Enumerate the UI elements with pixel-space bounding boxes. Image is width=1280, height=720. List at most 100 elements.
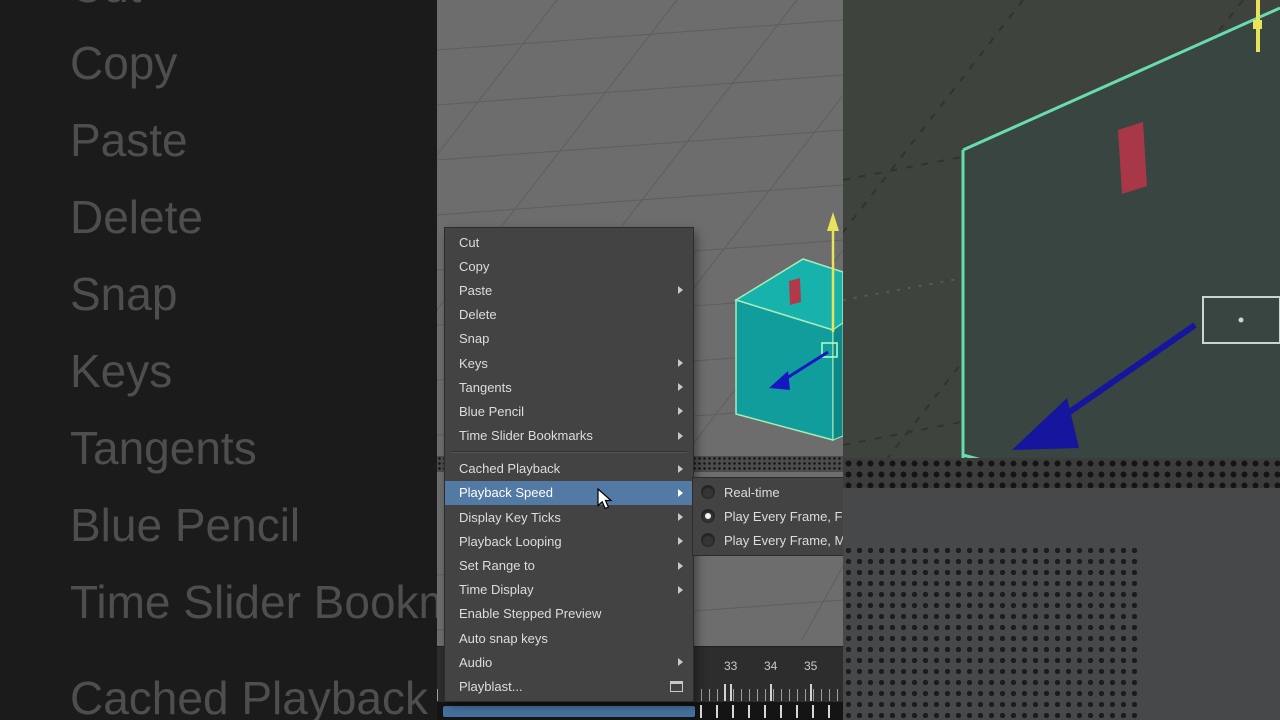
menu-item[interactable]: Copy <box>445 254 693 278</box>
menu-item[interactable]: Cached Playback <box>445 457 693 481</box>
magnified-viewport-backdrop <box>843 0 1280 720</box>
magnified-menu-item: Blue Pencil <box>0 487 437 564</box>
submenu-arrow-icon <box>678 431 683 440</box>
submenu-item[interactable]: Play Every Frame, Fr <box>693 504 843 528</box>
menu-item-label: Tangents <box>459 379 512 395</box>
menu-item[interactable] <box>445 448 693 457</box>
menu-item[interactable]: Set Range to <box>445 553 693 577</box>
menu-item-label: Set Range to <box>459 558 535 574</box>
magnified-menu-item: Paste <box>0 102 437 179</box>
maya-viewport-column: 33 34 35 Cut Copy Paste Delete Snap Keys… <box>437 0 843 720</box>
radio-button-icon[interactable] <box>701 485 715 500</box>
menu-item-label: Playback Looping <box>459 533 562 549</box>
magnified-menu-item-label: Keys <box>70 345 173 397</box>
menu-item[interactable]: Tangents <box>445 375 693 399</box>
frame-number: 35 <box>804 659 818 673</box>
magnified-menu-item-label: Copy <box>70 37 178 89</box>
magnified-cached-playback-strip <box>843 458 1280 488</box>
option-window-icon[interactable] <box>670 680 683 692</box>
magnified-menu-item-label: Time Slider Bookm <box>70 576 437 628</box>
menu-item[interactable]: Keys <box>445 351 693 375</box>
menu-item[interactable]: Delete <box>445 303 693 327</box>
menu-item-label: Copy <box>459 258 490 274</box>
submenu-arrow-icon <box>678 464 683 473</box>
menu-item[interactable]: Enable Stepped Preview <box>445 602 693 626</box>
menu-item-label: Playback Speed <box>459 485 553 501</box>
menu-item-label: Paste <box>459 282 493 298</box>
frame-number: 34 <box>764 659 778 673</box>
range-slider[interactable] <box>437 702 843 720</box>
submenu-item[interactable]: Real-time <box>693 480 843 504</box>
radio-dot <box>705 513 711 520</box>
submenu-item[interactable]: Play Every Frame, M <box>693 528 843 552</box>
menu-item-label: Cached Playback <box>459 461 561 477</box>
menu-item[interactable]: Snap <box>445 327 693 351</box>
menu-item-label: Time Display <box>459 582 534 598</box>
submenu-arrow-icon <box>678 585 683 594</box>
menu-item[interactable]: Display Key Ticks <box>445 505 693 529</box>
range-slider-ticks <box>700 705 843 718</box>
magnified-menu-item: Snap <box>0 256 437 333</box>
submenu-item-label: Play Every Frame, Fr <box>724 508 843 524</box>
menu-item-label: Cut <box>459 234 480 250</box>
menu-item[interactable]: Paste <box>445 278 693 302</box>
magnified-menu-item-label: Tangents <box>70 422 257 474</box>
video-frame: Cut Copy Paste Delete Snap Keys Tangents… <box>0 0 1280 720</box>
magnified-menu-item: Cached Playback <box>0 660 437 720</box>
menu-item[interactable]: Playblast... <box>445 674 693 698</box>
magnified-menu-item-label: Paste <box>70 114 188 166</box>
menu-item-label: Blue Pencil <box>459 403 525 419</box>
menu-item-label: Audio <box>459 654 493 670</box>
submenu-arrow-icon <box>678 383 683 392</box>
submenu-item-label: Play Every Frame, M <box>724 532 843 548</box>
submenu-arrow-icon <box>678 561 683 570</box>
submenu-arrow-icon <box>678 359 683 368</box>
submenu-arrow-icon <box>678 286 683 295</box>
menu-item[interactable]: Time Display <box>445 578 693 602</box>
menu-item-label: Time Slider Bookmarks <box>459 428 593 444</box>
menu-item-label: Auto snap keys <box>459 630 548 646</box>
menu-item[interactable]: Cut <box>445 230 693 254</box>
range-slider-bar[interactable] <box>443 706 695 717</box>
timeline-context-menu: Cut Copy Paste Delete Snap Keys Tangents… <box>445 228 693 701</box>
magnified-menu-item: Keys <box>0 333 437 410</box>
magnified-menu-item: Delete <box>0 179 437 256</box>
magnified-dot-texture <box>843 545 1143 720</box>
menu-item-label: Enable Stepped Preview <box>459 606 602 622</box>
menu-item-label: Keys <box>459 355 488 371</box>
menu-item-label: Display Key Ticks <box>459 509 561 525</box>
magnified-menu-item-label: Cached Playback <box>70 672 428 720</box>
radio-button-icon[interactable] <box>701 533 715 548</box>
mouse-cursor-icon <box>597 488 613 510</box>
submenu-arrow-icon <box>678 537 683 546</box>
magnified-menu-item: Cut <box>0 0 437 25</box>
menu-item-label: Delete <box>459 307 497 323</box>
magnified-menu-backdrop: Cut Copy Paste Delete Snap Keys Tangents… <box>0 0 437 720</box>
radio-button-icon[interactable] <box>701 509 715 524</box>
magnified-menu-item: Time Slider Bookm <box>0 564 437 641</box>
magnified-red-face <box>1118 122 1147 194</box>
submenu-arrow-icon <box>678 407 683 416</box>
magnified-menu-item: Tangents <box>0 410 437 487</box>
menu-item[interactable]: Blue Pencil <box>445 399 693 423</box>
menu-item-label: Snap <box>459 331 490 347</box>
playback-speed-submenu: Real-time Play Every Frame, Fr Play Ever… <box>693 478 843 555</box>
magnified-menu-items: Cut Copy Paste Delete Snap Keys Tangents… <box>0 0 437 720</box>
menu-item[interactable]: Time Slider Bookmarks <box>445 424 693 448</box>
magnified-menu-item-label: Blue Pencil <box>70 499 301 551</box>
submenu-item-label: Real-time <box>724 484 780 500</box>
menu-item[interactable]: Auto snap keys <box>445 626 693 650</box>
menu-item[interactable]: Audio <box>445 650 693 674</box>
menu-item-label: Playblast... <box>459 678 523 694</box>
magnified-menu-item-label: Delete <box>70 191 203 243</box>
menu-item[interactable]: Playback Speed <box>445 480 693 506</box>
submenu-arrow-icon <box>678 658 683 667</box>
magnified-menu-item: Copy <box>0 25 437 102</box>
magnified-menu-item-label: Cut <box>70 0 142 12</box>
submenu-arrow-icon <box>678 488 683 497</box>
red-face <box>789 278 801 305</box>
frame-number: 33 <box>724 659 738 673</box>
menu-item[interactable]: Playback Looping <box>445 529 693 553</box>
magnified-menu-item-label: Snap <box>70 268 178 320</box>
submenu-arrow-icon <box>678 513 683 522</box>
